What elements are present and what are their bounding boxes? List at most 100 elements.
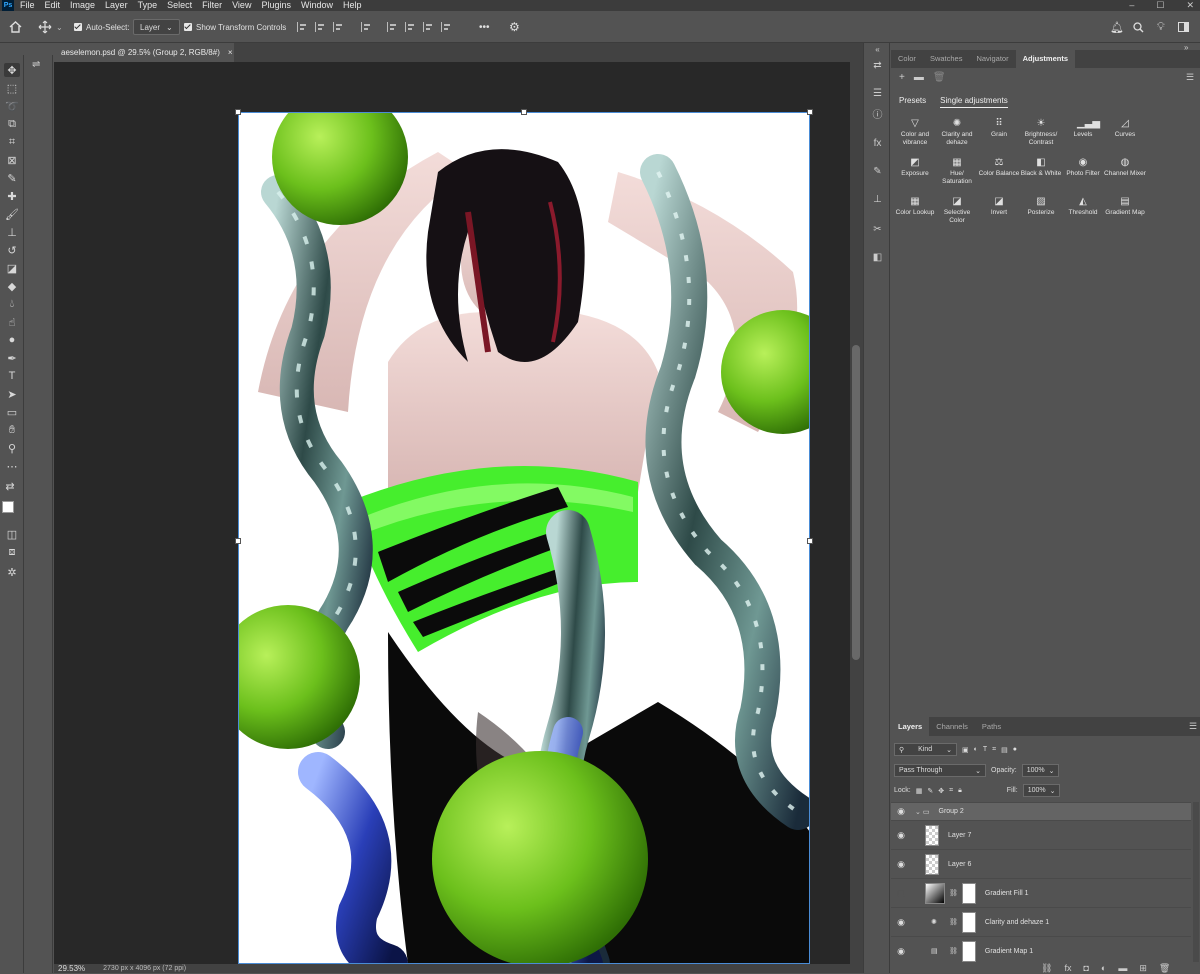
zoom-tool-icon[interactable]: ⚲ — [4, 441, 20, 455]
adjustment-color-balance[interactable]: ⚖ Color Balance — [978, 157, 1020, 186]
smart-object-filter-icon[interactable]: ▤ — [1001, 746, 1008, 754]
home-icon[interactable] — [9, 11, 22, 43]
gear-icon[interactable]: ⚙ — [509, 11, 520, 43]
blur-tool-icon[interactable]: 💧︎ — [4, 297, 20, 311]
panel-menu-icon[interactable]: ☰ — [1189, 721, 1197, 732]
fill-field[interactable]: 100% ⌄ — [1022, 784, 1061, 797]
adjustment-color-lookup[interactable]: ▦ Color Lookup — [894, 196, 936, 225]
adjustment-selective-color[interactable]: ◪ Selective Color — [936, 196, 978, 225]
pen-tool-icon[interactable]: ✒ — [4, 351, 20, 365]
properties-toggle-icon[interactable]: ⇌ — [32, 59, 48, 73]
transform-handle[interactable] — [521, 109, 527, 115]
panel-menu-icon[interactable]: ☰ — [1186, 72, 1194, 83]
visibility-eye-icon[interactable]: ◉ — [891, 806, 911, 817]
adjustment-filter-icon[interactable]: ◐ — [974, 746, 978, 753]
distribute-vertical-icon[interactable] — [441, 22, 451, 32]
menu-layer[interactable]: Layer — [105, 0, 128, 11]
layer-row-layer-6[interactable]: ◉ Layer 6 — [891, 849, 1191, 878]
link-icon[interactable]: ⛓︎ — [949, 947, 958, 955]
fx-styles-icon[interactable]: fx — [871, 137, 884, 150]
align-right-icon[interactable] — [333, 22, 343, 32]
close-window-button[interactable]: ✕ — [1186, 0, 1194, 10]
menu-image[interactable]: Image — [70, 0, 95, 11]
opacity-field[interactable]: 100% ⌄ — [1021, 764, 1060, 777]
type-tool-icon[interactable]: T — [4, 369, 20, 383]
menu-select[interactable]: Select — [167, 0, 192, 11]
align-middle-icon[interactable] — [405, 22, 415, 32]
workspace-icon[interactable] — [1178, 11, 1189, 43]
default-colors-icon[interactable]: ⇄ — [2, 479, 18, 493]
lock-image-icon[interactable]: ✎ — [927, 787, 933, 795]
clone-source-icon[interactable]: ⊥ — [871, 193, 884, 206]
layer-mask-thumbnail[interactable] — [961, 911, 976, 933]
collapse-arrows-icon[interactable]: « — [871, 43, 884, 56]
lock-artboard-icon[interactable]: ⌗ — [949, 787, 953, 795]
marquee-tool-icon[interactable]: ⬚ — [4, 81, 20, 95]
show-transform-checkbox[interactable] — [184, 23, 192, 31]
subtab-presets[interactable]: Presets — [899, 96, 926, 108]
move-tool-icon[interactable]: ✥ — [4, 63, 20, 77]
minimize-button[interactable]: – — [1129, 0, 1134, 10]
layer-mask-thumbnail[interactable] — [961, 940, 976, 962]
info-icon[interactable]: ⓘ — [871, 107, 884, 121]
visibility-toggle-empty[interactable]: ▢ — [891, 888, 911, 899]
document-canvas[interactable] — [238, 112, 810, 964]
zoom-level[interactable]: 29.53% — [58, 964, 85, 973]
screen-mode-icon[interactable]: ⧈ — [4, 545, 20, 559]
smudge-tool-icon[interactable]: ☝︎ — [4, 315, 20, 329]
visibility-eye-icon[interactable]: ◉ — [891, 917, 911, 928]
align-left-icon[interactable] — [297, 22, 307, 32]
link-icon[interactable]: ⛓︎ — [949, 889, 958, 897]
adjustment-hue-saturation[interactable]: ▦ Hue/ Saturation — [936, 157, 978, 186]
transform-handle[interactable] — [807, 538, 813, 544]
menu-help[interactable]: Help — [343, 0, 362, 11]
layers-scrollbar[interactable] — [1193, 802, 1199, 962]
libraries-icon[interactable]: ◧ — [871, 251, 884, 264]
move-tool-icon[interactable]: ⌄ — [38, 11, 63, 43]
brushes-icon[interactable]: ✎ — [871, 165, 884, 178]
lasso-tool-icon[interactable]: ➰ — [4, 99, 20, 113]
layer-row-clarity-dehaze-1[interactable]: ◉ ✺ ⛓︎ Clarity and dehaze 1 — [891, 907, 1191, 936]
foreground-color-swatch[interactable] — [2, 501, 14, 513]
layer-mask-thumbnail[interactable] — [961, 882, 976, 904]
new-adjustment-icon[interactable]: ◐ — [1101, 963, 1106, 974]
layer-row-group-2[interactable]: ◉ ⌄ ▭ Group 2 — [891, 802, 1191, 820]
shape-filter-icon[interactable]: ⌗ — [992, 746, 996, 754]
menu-view[interactable]: View — [232, 0, 251, 11]
align-center-icon[interactable] — [315, 22, 325, 32]
adjustment-color-vibrance[interactable]: ▽ Color and vibrance — [894, 118, 936, 147]
auto-select-checkbox[interactable] — [74, 23, 82, 31]
distribute-icon[interactable] — [361, 22, 371, 32]
transform-handle[interactable] — [235, 109, 241, 115]
clone-stamp-tool-icon[interactable]: ⊥ — [4, 225, 20, 239]
maximize-button[interactable]: ☐ — [1156, 0, 1164, 10]
chevron-down-icon[interactable]: ⌄ — [56, 23, 63, 32]
adjust-sliders-icon[interactable]: ☰ — [871, 87, 884, 100]
visibility-eye-icon[interactable]: ◉ — [891, 946, 911, 957]
close-tab-button[interactable]: × — [228, 48, 233, 57]
fx-styles-icon[interactable]: fx — [1064, 963, 1071, 974]
adjustment-curves[interactable]: ◿ Curves — [1104, 118, 1146, 147]
adjustment-black-white[interactable]: ◧ Black & White — [1020, 157, 1062, 186]
align-bottom-icon[interactable] — [423, 22, 433, 32]
canvas-area[interactable] — [54, 62, 850, 964]
lightbulb-icon[interactable]: 💡︎ — [1157, 11, 1165, 43]
tab-layers[interactable]: Layers — [891, 717, 930, 736]
bell-icon[interactable]: 🔔︎ — [1110, 11, 1124, 43]
frame-tool-icon[interactable]: ⊠ — [4, 153, 20, 167]
layer-filter-dropdown[interactable]: ⚲ Kind ⌄ — [894, 743, 958, 756]
adjustment-grain[interactable]: ⠿ Grain — [978, 118, 1020, 147]
align-top-icon[interactable] — [387, 22, 397, 32]
adjustment-levels[interactable]: ▁▃▅ Levels — [1062, 118, 1104, 147]
tab-paths[interactable]: Paths — [975, 717, 1008, 736]
lock-transparent-icon[interactable]: ▦ — [916, 787, 923, 795]
crop-tool-icon[interactable]: ⌗ — [4, 135, 20, 149]
menu-filter[interactable]: Filter — [202, 0, 222, 11]
adjustment-clarity[interactable]: ✺ Clarity and dehaze — [936, 118, 978, 147]
chevron-down-icon[interactable]: ⌄ — [915, 808, 921, 816]
trash-icon[interactable]: 🗑︎ — [1159, 963, 1170, 974]
add-mask-icon[interactable]: ◘ — [1083, 963, 1088, 974]
rectangle-tool-icon[interactable]: ▭ — [4, 405, 20, 419]
transform-handle[interactable] — [235, 538, 241, 544]
layer-row-layer-7[interactable]: ◉ Layer 7 — [891, 820, 1191, 849]
